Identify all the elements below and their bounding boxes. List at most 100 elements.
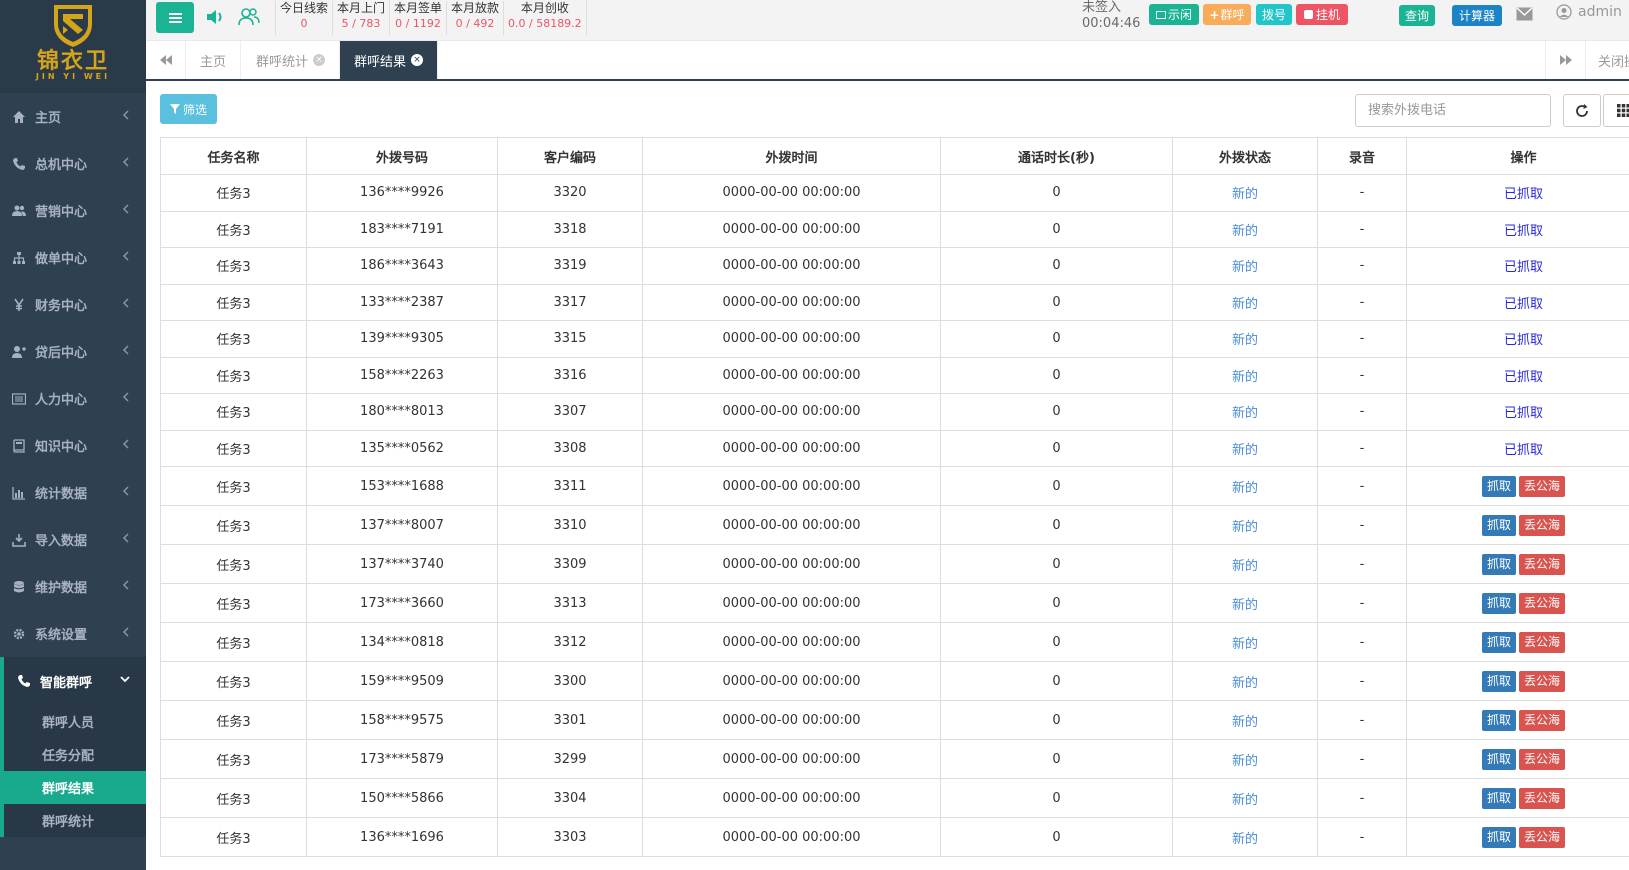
table-row[interactable]: 任务3 180****8013 3307 0000-00-00 00:00:00 0 新的… — [160, 393, 1629, 431]
call-status[interactable]: 新的 — [1172, 283, 1318, 321]
call-status[interactable]: 新的 — [1172, 622, 1318, 662]
discard-button[interactable]: 丢公海 — [1519, 826, 1566, 848]
table-row[interactable]: 任务3 153****1688 3311 0000-00-00 00:00:00 0 新的… — [160, 466, 1629, 506]
sidebar-item[interactable]: 财务中心 — [0, 281, 146, 328]
tab-home[interactable]: 主页 — [186, 41, 242, 79]
discard-button[interactable]: 丢公海 — [1519, 670, 1566, 692]
filter-button[interactable]: 筛选 — [160, 94, 218, 124]
query-button[interactable]: 查询 — [1399, 5, 1435, 26]
table-row[interactable]: 任务3 159****9509 3300 0000-00-00 00:00:00 0 新的… — [160, 661, 1629, 701]
grab-button[interactable]: 抓取 — [1481, 514, 1516, 536]
sidebar-subitem-call-results[interactable]: 群呼结果 — [0, 771, 146, 804]
call-status[interactable]: 新的 — [1172, 393, 1318, 431]
call-status[interactable]: 新的 — [1172, 739, 1318, 779]
refresh-button[interactable] — [1563, 94, 1601, 127]
table-row[interactable]: 任务3 183****7191 3318 0000-00-00 00:00:00 0 新的… — [160, 210, 1629, 248]
sidebar-item[interactable]: 人力中心 — [0, 375, 146, 422]
sidebar-item[interactable]: 系统设置 — [0, 610, 146, 657]
table-row[interactable]: 任务3 134****0818 3312 0000-00-00 00:00:00 0 新的… — [160, 622, 1629, 662]
call-status[interactable]: 新的 — [1172, 700, 1318, 740]
table-row[interactable]: 任务3 136****9926 3320 0000-00-00 00:00:00 0 新的… — [160, 174, 1629, 212]
logo[interactable]: 锦衣卫 JIN YI WEI — [0, 0, 146, 93]
column-header[interactable]: 任务名称 — [160, 137, 307, 175]
grab-button[interactable]: 抓取 — [1481, 631, 1516, 653]
volume-icon[interactable] — [204, 6, 226, 32]
grab-button[interactable]: 抓取 — [1481, 748, 1516, 770]
sidebar-item[interactable]: 贷后中心 — [0, 328, 146, 375]
call-status[interactable]: 新的 — [1172, 817, 1318, 857]
discard-button[interactable]: 丢公海 — [1519, 475, 1566, 497]
grab-button[interactable]: 抓取 — [1481, 787, 1516, 809]
grab-button[interactable]: 抓取 — [1481, 553, 1516, 575]
column-header[interactable]: 外拨号码 — [306, 137, 498, 175]
discard-button[interactable]: 丢公海 — [1519, 553, 1566, 575]
call-status[interactable]: 新的 — [1172, 429, 1318, 467]
discard-button[interactable]: 丢公海 — [1519, 787, 1566, 809]
grab-button[interactable]: 抓取 — [1481, 592, 1516, 614]
sidebar-item[interactable]: 知识中心 — [0, 422, 146, 469]
table-row[interactable]: 任务3 186****3643 3319 0000-00-00 00:00:00 0 新的… — [160, 247, 1629, 285]
menu-toggle-button[interactable] — [156, 2, 194, 33]
sidebar-item[interactable]: 统计数据 — [0, 469, 146, 516]
table-row[interactable]: 任务3 135****0562 3308 0000-00-00 00:00:00 0 新的… — [160, 429, 1629, 467]
column-header[interactable]: 客户编码 — [497, 137, 643, 175]
sidebar-subitem-task-assign[interactable]: 任务分配 — [4, 738, 146, 771]
call-status[interactable]: 新的 — [1172, 583, 1318, 623]
table-row[interactable]: 任务3 137****3740 3309 0000-00-00 00:00:00 0 新的… — [160, 544, 1629, 584]
sidebar-item[interactable]: 总机中心 — [0, 140, 146, 187]
group-users-icon[interactable] — [237, 6, 261, 32]
column-header[interactable]: 操作 — [1406, 137, 1629, 175]
column-header[interactable]: 外拨时间 — [642, 137, 941, 175]
column-header[interactable]: 外拨状态 — [1172, 137, 1318, 175]
call-status[interactable]: 新的 — [1172, 544, 1318, 584]
sidebar-item[interactable]: 维护数据 — [0, 563, 146, 610]
tab-scroll-right-button[interactable] — [1545, 41, 1585, 79]
user-menu[interactable]: admin — [1556, 4, 1622, 20]
sidebar-item[interactable]: 营销中心 — [0, 187, 146, 234]
call-status[interactable]: 新的 — [1172, 356, 1318, 394]
close-icon[interactable]: × — [313, 54, 326, 66]
table-row[interactable]: 任务3 133****2387 3317 0000-00-00 00:00:00 0 新的… — [160, 283, 1629, 321]
tab-call-stats[interactable]: 群呼统计 × — [242, 41, 341, 79]
sidebar-subitem-call-staff[interactable]: 群呼人员 — [4, 705, 146, 738]
sidebar-subitem-call-stats[interactable]: 群呼统计 — [4, 804, 146, 837]
discard-button[interactable]: 丢公海 — [1519, 631, 1566, 653]
envelope-icon[interactable] — [1516, 7, 1533, 25]
hangup-button[interactable]: 挂机 — [1296, 4, 1348, 25]
table-row[interactable]: 任务3 158****2263 3316 0000-00-00 00:00:00 0 新的… — [160, 356, 1629, 394]
call-status[interactable]: 新的 — [1172, 320, 1318, 358]
idle-button[interactable]: 示闲 — [1149, 4, 1199, 25]
table-row[interactable]: 任务3 158****9575 3301 0000-00-00 00:00:00 0 新的… — [160, 700, 1629, 740]
group-call-button[interactable]: + 群呼 — [1203, 4, 1251, 25]
discard-button[interactable]: 丢公海 — [1519, 709, 1566, 731]
table-row[interactable]: 任务3 137****8007 3310 0000-00-00 00:00:00 0 新的… — [160, 505, 1629, 545]
grab-button[interactable]: 抓取 — [1481, 670, 1516, 692]
grab-button[interactable]: 抓取 — [1481, 709, 1516, 731]
table-row[interactable]: 任务3 173****3660 3313 0000-00-00 00:00:00 0 新的… — [160, 583, 1629, 623]
search-input[interactable] — [1355, 94, 1551, 127]
sidebar-item[interactable]: 导入数据 — [0, 516, 146, 563]
close-icon[interactable]: × — [411, 54, 424, 66]
tab-scroll-left-button[interactable] — [146, 41, 186, 79]
call-status[interactable]: 新的 — [1172, 210, 1318, 248]
discard-button[interactable]: 丢公海 — [1519, 748, 1566, 770]
table-row[interactable]: 任务3 150****5866 3304 0000-00-00 00:00:00 0 新的… — [160, 778, 1629, 818]
sidebar-item-smart-call[interactable]: 智能群呼 — [0, 657, 146, 705]
calculator-button[interactable]: 计算器 — [1452, 5, 1502, 26]
call-status[interactable]: 新的 — [1172, 247, 1318, 285]
table-row[interactable]: 任务3 136****1696 3303 0000-00-00 00:00:00 0 新的… — [160, 817, 1629, 857]
grab-button[interactable]: 抓取 — [1481, 475, 1516, 497]
call-status[interactable]: 新的 — [1172, 778, 1318, 818]
table-row[interactable]: 任务3 173****5879 3299 0000-00-00 00:00:00 0 新的… — [160, 739, 1629, 779]
discard-button[interactable]: 丢公海 — [1519, 592, 1566, 614]
tab-call-results[interactable]: 群呼结果 × — [340, 41, 439, 79]
close-tabs-menu[interactable]: 关闭操作 — [1585, 41, 1629, 79]
dial-button[interactable]: 拨号 — [1256, 4, 1292, 25]
columns-button[interactable] — [1603, 94, 1629, 127]
call-status[interactable]: 新的 — [1172, 174, 1318, 212]
call-status[interactable]: 新的 — [1172, 505, 1318, 545]
column-header[interactable]: 通话时长(秒) — [940, 137, 1173, 175]
call-status[interactable]: 新的 — [1172, 661, 1318, 701]
grab-button[interactable]: 抓取 — [1481, 826, 1516, 848]
sidebar-item[interactable]: 做单中心 — [0, 234, 146, 281]
